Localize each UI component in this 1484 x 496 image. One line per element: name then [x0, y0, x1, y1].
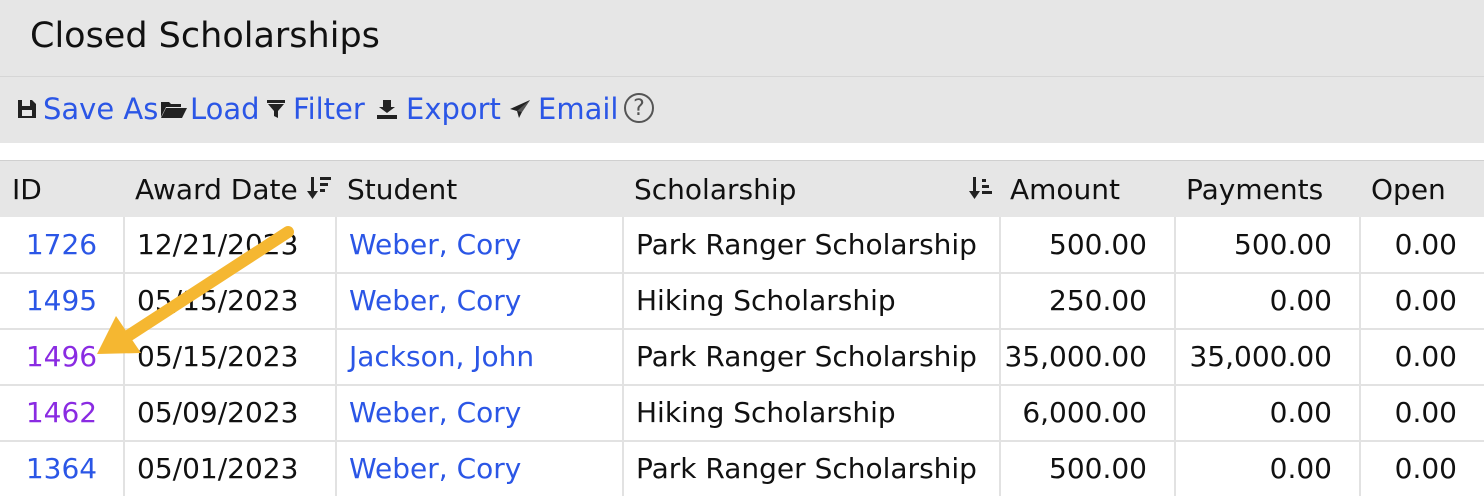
row-open: 0.00 [1359, 217, 1484, 272]
toolbar: Save As Load Filter Export Email ? [0, 77, 1484, 143]
row-open: 0.00 [1359, 329, 1484, 384]
row-student-link[interactable]: Weber, Cory [349, 452, 521, 485]
row-id-link[interactable]: 1462 [26, 396, 97, 429]
row-amount: 250.00 [999, 273, 1174, 328]
row-payments: 0.00 [1174, 441, 1359, 496]
row-award-date: 05/15/2023 [123, 273, 335, 328]
row-amount: 35,000.00 [999, 329, 1174, 384]
email-button[interactable]: Email [508, 92, 618, 126]
load-button[interactable]: Load [160, 92, 260, 126]
header-amount[interactable]: Amount [1010, 173, 1120, 206]
page-title: Closed Scholarships [30, 16, 380, 56]
row-scholarship: Park Ranger Scholarship [622, 329, 999, 384]
row-open: 0.00 [1359, 441, 1484, 496]
export-button[interactable]: Export [376, 92, 501, 126]
header-student[interactable]: Student [347, 173, 457, 206]
sort-ascending-icon[interactable] [968, 175, 994, 205]
row-scholarship: Hiking Scholarship [622, 273, 999, 328]
row-payments: 0.00 [1174, 273, 1359, 328]
scholarships-table: ID Award Date Student Scholarship Amount… [0, 160, 1484, 496]
sort-descending-icon[interactable] [306, 175, 332, 205]
table-row: 1462 05/09/2023 Weber, Cory Hiking Schol… [0, 385, 1484, 442]
row-student-link[interactable]: Weber, Cory [349, 284, 521, 317]
row-scholarship: Park Ranger Scholarship [622, 217, 999, 272]
row-id-link[interactable]: 1364 [26, 452, 97, 485]
export-label: Export [406, 92, 501, 126]
export-icon [376, 98, 398, 120]
table-row: 1364 05/01/2023 Weber, Cory Park Ranger … [0, 441, 1484, 496]
table-header: ID Award Date Student Scholarship Amount… [0, 160, 1484, 217]
table-row: 1726 12/21/2023 Weber, Cory Park Ranger … [0, 217, 1484, 274]
table-row: 1495 05/15/2023 Weber, Cory Hiking Schol… [0, 273, 1484, 330]
row-payments: 35,000.00 [1174, 329, 1359, 384]
row-payments: 0.00 [1174, 385, 1359, 440]
row-amount: 500.00 [999, 217, 1174, 272]
email-label: Email [538, 92, 619, 126]
row-student-link[interactable]: Jackson, John [349, 340, 534, 373]
row-award-date: 05/09/2023 [123, 385, 335, 440]
table-row: 1496 05/15/2023 Jackson, John Park Range… [0, 329, 1484, 386]
save-icon [16, 98, 38, 120]
row-student-link[interactable]: Weber, Cory [349, 228, 521, 261]
header-id[interactable]: ID [12, 173, 42, 206]
row-scholarship: Park Ranger Scholarship [622, 441, 999, 496]
row-payments: 500.00 [1174, 217, 1359, 272]
row-id-link[interactable]: 1495 [26, 284, 97, 317]
header-open[interactable]: Open [1371, 173, 1446, 206]
row-open: 0.00 [1359, 385, 1484, 440]
row-id-link[interactable]: 1726 [26, 228, 97, 261]
filter-button[interactable]: Filter [267, 92, 365, 126]
folder-open-icon [160, 98, 188, 120]
row-amount: 500.00 [999, 441, 1174, 496]
filter-icon [267, 98, 285, 120]
header-payments[interactable]: Payments [1186, 173, 1323, 206]
help-icon[interactable]: ? [624, 93, 654, 123]
row-student-link[interactable]: Weber, Cory [349, 396, 521, 429]
header-scholarship[interactable]: Scholarship [634, 173, 796, 206]
row-id-link[interactable]: 1496 [26, 340, 97, 373]
header-award-date[interactable]: Award Date [135, 173, 298, 206]
row-open: 0.00 [1359, 273, 1484, 328]
save-as-button[interactable]: Save As [16, 92, 158, 126]
title-bar: Closed Scholarships [0, 0, 1484, 77]
row-award-date: 12/21/2023 [123, 217, 335, 272]
filter-label: Filter [293, 92, 365, 126]
send-icon [508, 98, 532, 120]
load-label: Load [190, 92, 260, 126]
row-award-date: 05/01/2023 [123, 441, 335, 496]
row-scholarship: Hiking Scholarship [622, 385, 999, 440]
row-award-date: 05/15/2023 [123, 329, 335, 384]
save-as-label: Save As [43, 92, 159, 126]
row-amount: 6,000.00 [999, 385, 1174, 440]
